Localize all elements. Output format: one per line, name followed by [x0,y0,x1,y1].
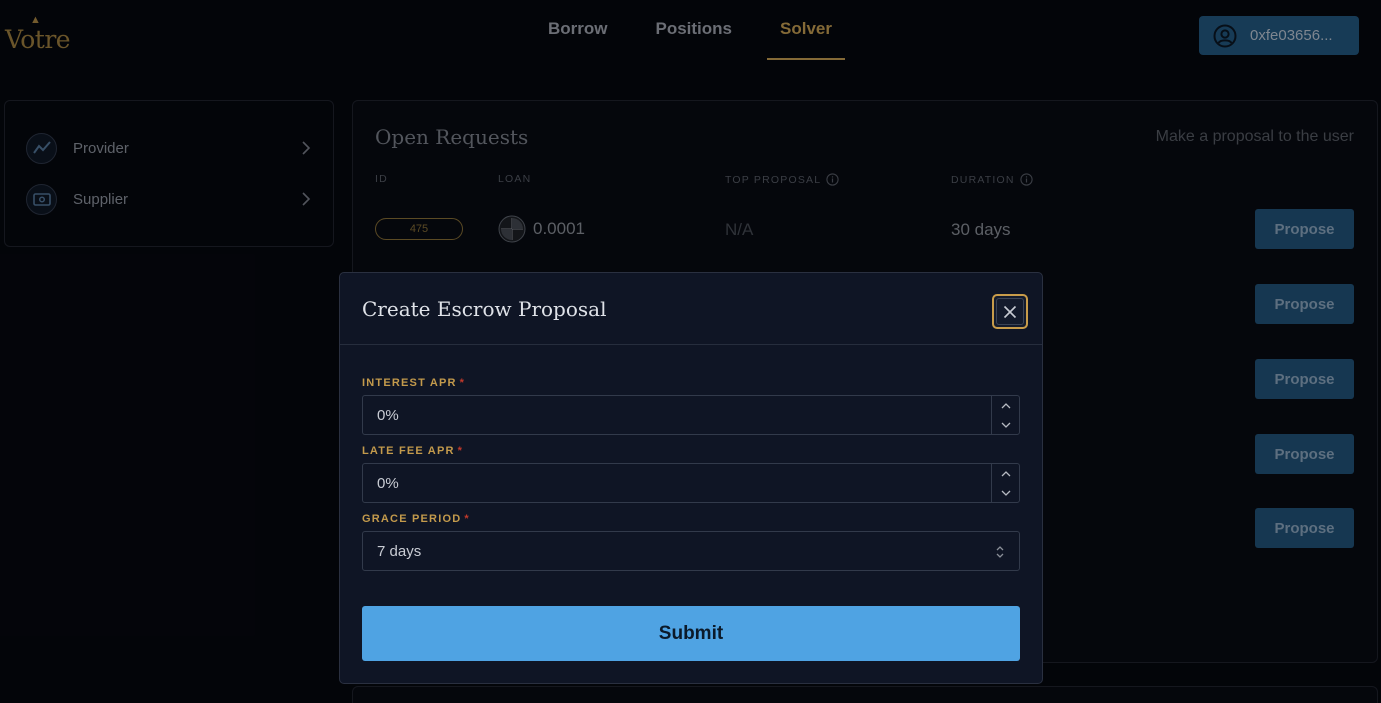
close-button[interactable] [992,294,1028,329]
required-mark: * [459,377,466,389]
increment-button[interactable] [992,464,1019,483]
modal-title: Create Escrow Proposal [362,297,607,321]
submit-button[interactable]: Submit [362,606,1020,661]
interest-apr-stepper [991,396,1019,434]
increment-button[interactable] [992,396,1019,415]
decrement-button[interactable] [992,483,1019,502]
required-mark: * [464,513,470,525]
chevron-up-icon [1001,402,1010,408]
decrement-button[interactable] [992,415,1019,434]
chevron-down-icon [1001,490,1010,496]
required-mark: * [457,445,464,457]
close-icon [1003,305,1017,318]
chevron-up-icon [1001,470,1010,476]
interest-apr-value: 0% [377,407,399,424]
interest-apr-label: INTEREST APR * [362,377,466,389]
late-fee-apr-label: LATE FEE APR * [362,445,464,457]
grace-period-label: GRACE PERIOD * [362,513,470,525]
grace-period-value: 7 days [377,543,422,560]
create-escrow-proposal-modal: Create Escrow Proposal INTEREST APR * 0% … [339,272,1043,684]
chevron-down-icon [1001,422,1010,428]
late-fee-apr-value: 0% [377,475,399,492]
interest-apr-input[interactable]: 0% [362,395,1020,435]
grace-period-select[interactable]: 7 days [362,531,1020,571]
select-updown-icon [996,546,1004,558]
late-fee-apr-input[interactable]: 0% [362,463,1020,503]
modal-divider [340,344,1042,345]
late-fee-apr-stepper [991,464,1019,502]
